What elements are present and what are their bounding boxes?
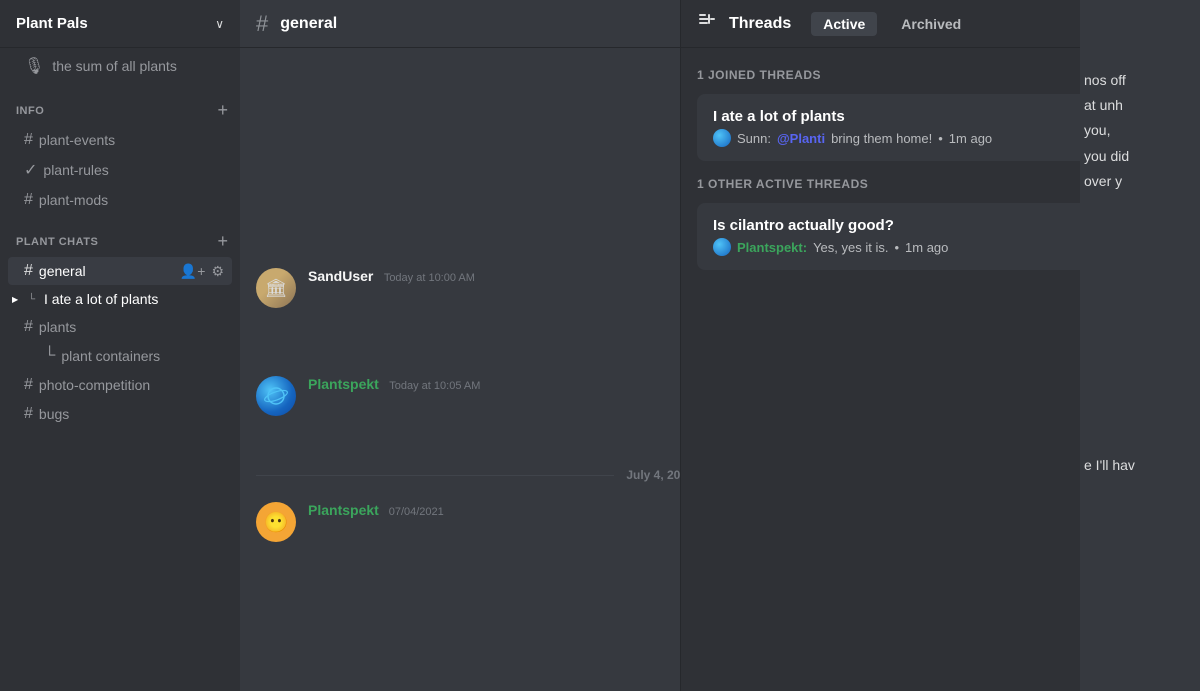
hash-icon: #	[24, 131, 33, 149]
thread-author-avatar	[713, 129, 731, 147]
threads-panel: Threads Active Archived Create ✕ 1 JOINE…	[680, 0, 1080, 691]
threads-panel-header: Threads Active Archived Create ✕	[681, 0, 1080, 48]
tab-active[interactable]: Active	[811, 12, 877, 36]
channel-label: plant containers	[61, 348, 160, 364]
avatar: 🏛	[256, 268, 296, 308]
partial-text-2: e I'll hav	[1084, 454, 1192, 476]
thread-time: 1m ago	[949, 131, 992, 146]
server-name: Plant Pals	[16, 15, 88, 32]
sidebar-item-sum-of-all-plants[interactable]: 🎙 the sum of all plants	[8, 50, 232, 82]
right-partial-content: nos off at unh you, you did over y e I'l…	[1080, 0, 1200, 691]
avatar	[256, 376, 296, 416]
channel-title: general	[280, 15, 337, 33]
hash-icon: #	[24, 191, 33, 209]
sidebar-item-label: the sum of all plants	[52, 58, 177, 74]
hash-icon: #	[24, 318, 33, 336]
main-content: # general ⊞ 2 🔔 🏛 SandUser Today at 10:0…	[240, 0, 1080, 691]
chevron-down-icon: ∨	[215, 17, 224, 31]
thread-dot-sep: •	[894, 240, 899, 255]
section-label-info: INFO	[16, 105, 44, 117]
thread-author: Sunn:	[737, 131, 771, 146]
sidebar-item-bugs[interactable]: # bugs	[8, 400, 232, 428]
voice-channel-icon: 🎙	[24, 56, 44, 76]
thread-author-avatar	[713, 238, 731, 256]
sidebar: Plant Pals ∨ 🎙 the sum of all plants INF…	[0, 0, 240, 691]
thread-dot-sep: •	[938, 131, 943, 146]
channel-header-left: # general	[256, 11, 337, 37]
thread-info: I ate a lot of plants Sunn: @Planti brin…	[713, 108, 1080, 147]
thread-author: Plantspekt:	[737, 240, 807, 255]
sidebar-item-photo-competition[interactable]: # photo-competition	[8, 371, 232, 399]
joined-threads-section-label: 1 JOINED THREADS	[697, 68, 1080, 82]
thread-label: I ate a lot of plants	[44, 291, 158, 307]
avatar: 😶	[256, 502, 296, 542]
hash-icon: #	[24, 405, 33, 423]
channel-label: photo-competition	[39, 377, 150, 393]
partial-text-1: nos off at unh you, you did over y	[1084, 68, 1192, 194]
sidebar-item-plants[interactable]: # plants	[8, 313, 232, 341]
add-channel-icon[interactable]: +	[213, 100, 232, 121]
thread-message: bring them home!	[831, 131, 932, 146]
thread-meta: Sunn: @Planti bring them home! • 1m ago	[713, 129, 1080, 147]
sidebar-item-general[interactable]: # general 👤+ ⚙	[8, 257, 232, 285]
threads-content: 1 JOINED THREADS I ate a lot of plants S…	[681, 48, 1080, 691]
username: Plantspekt	[308, 502, 383, 518]
channel-label: bugs	[39, 406, 69, 422]
thread-card-ate-lot[interactable]: I ate a lot of plants Sunn: @Planti brin…	[697, 94, 1080, 161]
rules-icon: ✓	[24, 160, 37, 180]
sidebar-item-plant-rules[interactable]: ✓ plant-rules	[8, 155, 232, 185]
channel-label: plants	[39, 319, 76, 335]
channel-hash-icon: #	[256, 11, 268, 37]
hash-icon: #	[24, 376, 33, 394]
channel-actions: 👤+ ⚙	[180, 263, 224, 280]
tab-archived[interactable]: Archived	[889, 12, 973, 36]
thread-time: 1m ago	[905, 240, 948, 255]
thread-message: Yes, yes it is.	[813, 240, 888, 255]
channel-label: plant-mods	[39, 192, 108, 208]
sidebar-content: 🎙 the sum of all plants INFO + # plant-e…	[0, 48, 240, 691]
sidebar-item-thread-ate-lot[interactable]: ▶ └ I ate a lot of plants	[8, 286, 232, 312]
server-header[interactable]: Plant Pals ∨	[0, 0, 240, 48]
gear-icon[interactable]: ⚙	[211, 263, 224, 280]
thread-card-cilantro[interactable]: Is cilantro actually good? Plantspekt: Y…	[697, 203, 1080, 270]
section-label-plant-chats: PLANT CHATS	[16, 236, 98, 248]
timestamp: Today at 10:05 AM	[389, 380, 480, 392]
username: Plantspekt	[308, 376, 379, 392]
sidebar-item-plant-containers[interactable]: └ plant containers	[8, 342, 232, 370]
timestamp: Today at 10:00 AM	[384, 272, 475, 284]
thread-arrow-icon: └	[44, 347, 55, 365]
channel-label: general	[39, 263, 86, 279]
username: SandUser	[308, 268, 373, 284]
section-plant-chats[interactable]: PLANT CHATS +	[0, 215, 240, 256]
threads-panel-icon	[697, 11, 717, 36]
thread-meta: Plantspekt: Yes, yes it is. • 1m ago	[713, 238, 1080, 256]
other-threads-section-label: 1 OTHER ACTIVE THREADS	[697, 177, 1080, 191]
timestamp: 07/04/2021	[389, 506, 444, 518]
thread-info: Is cilantro actually good? Plantspekt: Y…	[713, 217, 1080, 256]
thread-title: Is cilantro actually good?	[713, 217, 1080, 234]
thread-arrow-icon: └	[28, 294, 35, 305]
add-channel-icon[interactable]: +	[213, 231, 232, 252]
thread-title: I ate a lot of plants	[713, 108, 1080, 125]
channel-label: plant-events	[39, 132, 115, 148]
hash-icon: #	[24, 262, 33, 280]
channel-label: plant-rules	[43, 162, 108, 178]
threads-panel-title: Threads	[729, 15, 791, 33]
add-member-icon[interactable]: 👤+	[180, 263, 206, 280]
thread-mention: @Planti	[777, 131, 825, 146]
sidebar-item-plant-events[interactable]: # plant-events	[8, 126, 232, 154]
sidebar-item-plant-mods[interactable]: # plant-mods	[8, 186, 232, 214]
section-info[interactable]: INFO +	[0, 84, 240, 125]
active-dot: ▶	[12, 295, 18, 304]
